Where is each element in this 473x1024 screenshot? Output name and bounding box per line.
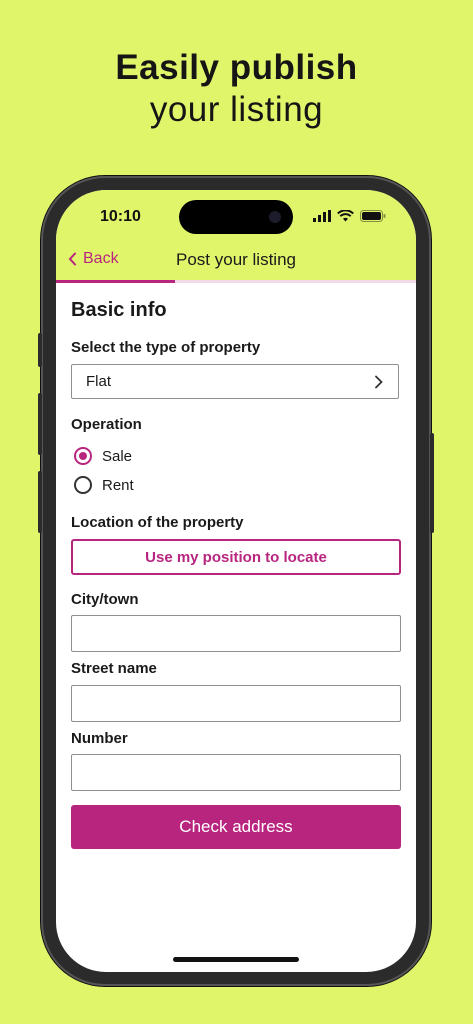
phone-side-button [38,333,42,367]
wifi-icon [337,210,354,222]
property-type-label: Select the type of property [71,339,261,356]
number-input[interactable] [71,754,401,791]
city-label: City/town [71,591,139,608]
section-title: Basic info [71,299,167,321]
phone-screen: 10:10 Post your listing Back Basic info … [56,190,416,972]
operation-label: Operation [71,416,142,433]
street-input[interactable] [71,685,401,722]
operation-option-label: Rent [102,476,134,494]
radio-selected[interactable] [74,447,92,465]
phone-volume-up-button [38,393,42,455]
property-type-select[interactable]: Flat [71,364,399,399]
chevron-right-icon [375,375,383,388]
camera-icon [269,211,281,223]
back-button[interactable]: Back [67,250,119,268]
operation-option-label: Sale [102,447,133,465]
status-time: 10:10 [100,208,141,225]
operation-option-rent[interactable]: Rent [74,476,134,494]
operation-option-sale[interactable]: Sale [74,447,132,465]
status-icons [313,210,386,222]
home-indicator[interactable] [173,957,299,962]
use-my-position-button[interactable]: Use my position to locate [71,539,401,575]
number-label: Number [71,730,128,747]
headline-title: Easily publish [115,48,358,87]
chevron-left-icon [68,252,76,266]
property-type-value: Flat [86,373,112,390]
battery-icon [360,210,386,222]
location-label: Location of the property [71,514,244,531]
city-input[interactable] [71,615,401,652]
back-label: Back [83,250,119,267]
dynamic-island [179,200,293,234]
app-header: 10:10 Post your listing Back [56,190,416,283]
headline-subtitle: your listing [149,90,324,129]
street-label: Street name [71,660,157,677]
phone-volume-down-button [38,471,42,533]
radio-unselected[interactable] [74,476,92,494]
progress-fill [56,280,175,283]
phone-power-button [430,433,434,533]
signal-icon [313,210,331,222]
check-address-button[interactable]: Check address [71,805,401,849]
